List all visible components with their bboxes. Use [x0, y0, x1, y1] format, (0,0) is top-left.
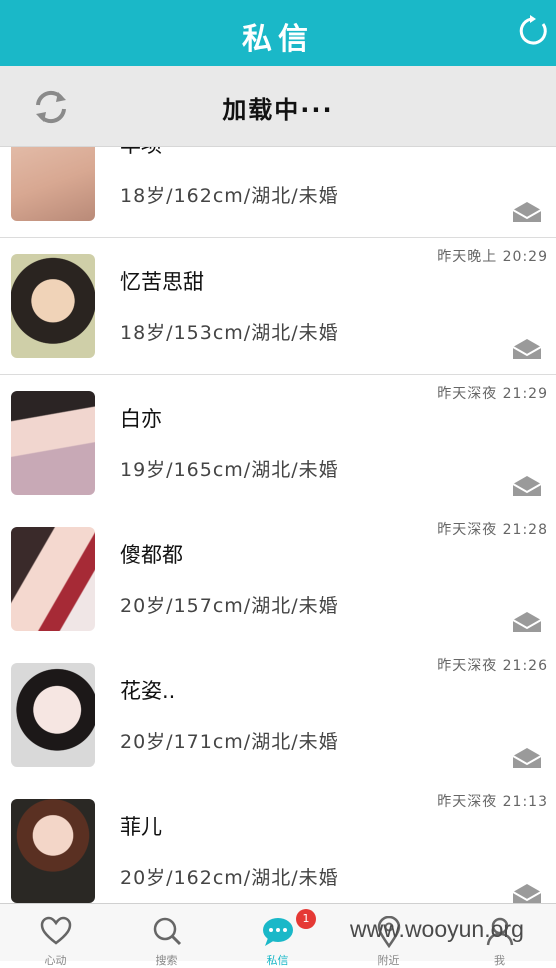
- top-bar: 私信: [0, 0, 556, 66]
- avatar[interactable]: [11, 254, 95, 358]
- loading-text: 加载中···: [222, 96, 334, 124]
- message-row[interactable]: 菲儿 20岁/162cm/湖北/未婚 昨天深夜 21:13: [0, 783, 556, 903]
- tab-search[interactable]: 搜索: [111, 904, 222, 967]
- user-name: 忆苦思甜: [120, 270, 204, 294]
- chat-icon: [262, 918, 293, 946]
- message-time: 昨天深夜 21:13: [437, 794, 548, 810]
- page-title: 私信: [242, 22, 314, 57]
- avatar[interactable]: [11, 147, 95, 221]
- unread-badge: 1: [296, 909, 316, 929]
- heart-icon: [40, 916, 71, 945]
- message-row[interactable]: 白亦 19岁/165cm/湖北/未婚 昨天深夜 21:29: [0, 375, 556, 512]
- loading-bar: 加载中···: [0, 66, 556, 147]
- envelope-icon[interactable]: [512, 611, 542, 633]
- message-row[interactable]: 丰项 18岁/162cm/湖北/未婚: [0, 147, 556, 238]
- message-time: 昨天深夜 21:29: [437, 386, 548, 402]
- user-name: 丰项: [120, 147, 162, 159]
- user-info: 20岁/157cm/湖北/未婚: [120, 595, 339, 617]
- message-time: 昨天晚上 20:29: [437, 249, 548, 265]
- envelope-icon[interactable]: [512, 475, 542, 497]
- avatar[interactable]: [11, 527, 95, 631]
- user-name: 花姿..: [120, 679, 176, 703]
- tab-label: 心动: [44, 954, 67, 967]
- envelope-icon[interactable]: [512, 338, 542, 360]
- user-info: 20岁/171cm/湖北/未婚: [120, 731, 339, 753]
- envelope-icon[interactable]: [512, 201, 542, 223]
- user-info: 18岁/153cm/湖北/未婚: [120, 322, 339, 344]
- message-row[interactable]: 忆苦思甜 18岁/153cm/湖北/未婚 昨天晚上 20:29: [0, 238, 556, 375]
- tab-label: 附近: [377, 954, 400, 967]
- avatar[interactable]: [11, 663, 95, 767]
- tab-label: 搜索: [155, 954, 178, 967]
- message-time: 昨天深夜 21:28: [437, 522, 548, 538]
- tab-heart[interactable]: 心动: [0, 904, 111, 967]
- user-info: 20岁/162cm/湖北/未婚: [120, 867, 339, 889]
- watermark: www.wooyun.org: [350, 916, 524, 942]
- user-name: 白亦: [120, 407, 162, 431]
- user-info: 18岁/162cm/湖北/未婚: [120, 185, 339, 207]
- envelope-icon[interactable]: [512, 883, 542, 903]
- user-name: 傻都都: [120, 543, 183, 567]
- envelope-icon[interactable]: [512, 747, 542, 769]
- user-name: 菲儿: [120, 815, 162, 839]
- avatar[interactable]: [11, 799, 95, 903]
- tab-label: 我: [494, 954, 505, 967]
- refresh-icon[interactable]: [516, 14, 550, 48]
- user-info: 19岁/165cm/湖北/未婚: [120, 459, 339, 481]
- message-time: 昨天深夜 21:26: [437, 658, 548, 674]
- avatar[interactable]: [11, 391, 95, 495]
- search-icon: [153, 917, 181, 946]
- tab-label: 私信: [266, 954, 289, 967]
- tab-messages[interactable]: 私信: [222, 904, 333, 967]
- message-row[interactable]: 傻都都 20岁/157cm/湖北/未婚 昨天深夜 21:28: [0, 511, 556, 648]
- message-row[interactable]: 花姿.. 20岁/171cm/湖北/未婚 昨天深夜 21:26: [0, 647, 556, 784]
- message-list[interactable]: 丰项 18岁/162cm/湖北/未婚 忆苦思甜 18岁/153cm/湖北/未婚 …: [0, 147, 556, 903]
